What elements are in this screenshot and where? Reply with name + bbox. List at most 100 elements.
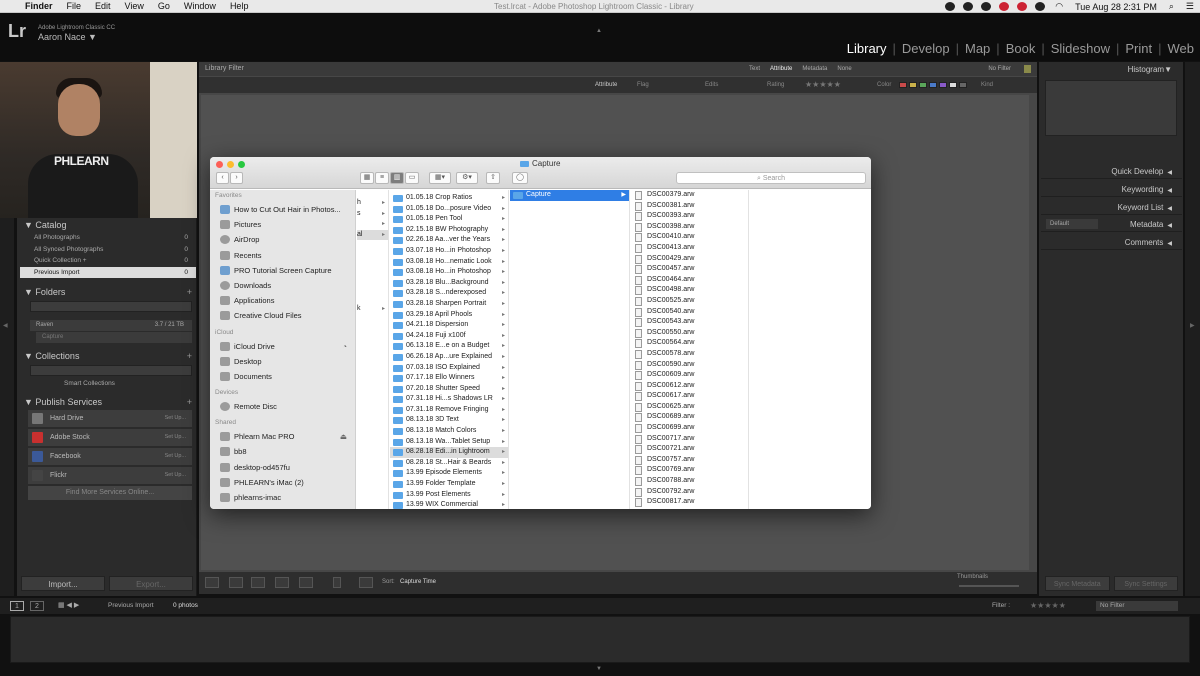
back-button[interactable]: ‹ [216,172,229,184]
catalog-row[interactable]: All Photographs 0 [20,232,196,244]
collapse-filmstrip-icon[interactable]: ▼ [596,666,602,672]
file-row[interactable]: DSC00540.arw [631,307,748,318]
status-icon[interactable] [981,2,992,11]
add-folder-icon[interactable]: + [187,286,192,299]
color-swatch-green[interactable] [919,82,927,88]
zoom-window-icon[interactable] [238,161,245,168]
module-print[interactable]: Print [1119,41,1158,56]
file-row[interactable]: DSC00464.arw [631,275,748,286]
finder-search-input[interactable]: ⌕ Search [676,172,866,184]
file-row[interactable]: DSC00625.arw [631,402,748,413]
eject-icon[interactable]: ⏏ [340,429,347,444]
survey-view-icon[interactable] [275,577,289,588]
collapse-right-panel-icon[interactable]: ▶ [1190,322,1195,329]
color-swatch-white[interactable] [949,82,957,88]
menu-edit[interactable]: Edit [88,0,118,13]
compare-view-icon[interactable] [251,577,265,588]
folder-row[interactable]: 08.13.18 Match Colors ▸ [390,426,508,437]
sidebar-item-shared[interactable]: PHLEARN's iMac (2) [210,475,355,490]
sidebar-item-shared[interactable]: desktop-od457fu [210,460,355,475]
folder-row[interactable]: 08.13.18 3D Text ▸ [390,415,508,426]
folder-row[interactable]: 08.13.18 Wa...Tablet Setup ▸ [390,437,508,448]
clock[interactable]: Tue Aug 28 2:31 PM [1069,2,1163,12]
publish-service-flickr[interactable]: Flickr Set Up... [28,467,192,484]
folder-filter-input[interactable] [30,301,192,312]
keywording-header[interactable]: Keywording ◀ [1041,182,1182,197]
menu-file[interactable]: File [60,0,89,13]
file-row[interactable]: DSC00525.arw [631,296,748,307]
sidebar-item-airdrop[interactable]: AirDrop [210,232,355,247]
file-row[interactable]: DSC00817.arw [631,497,748,508]
file-row[interactable]: DSC00429.arw [631,254,748,265]
sidebar-item-desktop[interactable]: Desktop [210,354,355,369]
folder-row[interactable]: 07.31.18 Hi...s Shadows LR ▸ [390,394,508,405]
add-collection-icon[interactable]: + [187,350,192,363]
file-row[interactable]: DSC00457.arw [631,264,748,275]
sort-select[interactable]: Capture Time [400,579,436,585]
catalog-row[interactable]: Quick Collection +0 [20,255,196,267]
export-button[interactable]: Export... [109,576,193,591]
collections-header[interactable]: ▼ Collections + [20,350,196,363]
filter-option-none[interactable]: None [837,62,851,76]
sync-settings-button[interactable]: Sync Settings [1113,576,1178,591]
sidebar-item-shared[interactable]: phlearns-imac [210,490,355,505]
module-library[interactable]: Library [841,41,893,56]
file-row[interactable]: DSC00788.arw [631,476,748,487]
file-row[interactable]: DSC00543.arw [631,317,748,328]
find-more-services-button[interactable]: Find More Services Online... [28,486,192,500]
folder-row[interactable]: 13.99 Episode Elements ▸ [390,468,508,479]
file-row[interactable]: DSC00381.arw [631,201,748,212]
thumbnail-size-slider[interactable] [959,585,1019,587]
filter-option-text[interactable]: Text [749,62,760,76]
status-icon[interactable] [1017,2,1028,11]
gallery-view-button[interactable]: ▭ [405,172,419,184]
publish-service-hard-drive[interactable]: Hard Drive Set Up... [28,410,192,427]
folder-row[interactable]: 03.08.18 Ho...in Photoshop ▸ [390,267,508,278]
folder-row[interactable]: 08.28.18 Edi...in Lightroom ▸ [390,447,508,458]
filter-option-attribute[interactable]: Attribute [770,62,792,76]
filter-preset[interactable]: No Filter [988,62,1011,76]
module-map[interactable]: Map [959,41,996,56]
collection-filter-input[interactable] [30,365,192,376]
folder-row[interactable]: 04.24.18 Fuji x100f ▸ [390,331,508,342]
collapse-left-panel-icon[interactable]: ◀ [3,322,8,329]
filmstrip-source[interactable]: Previous Import [108,601,154,611]
module-develop[interactable]: Develop [896,41,956,56]
menu-view[interactable]: View [118,0,151,13]
folder-row[interactable]: 03.08.18 Ho...nematic Look ▸ [390,257,508,268]
folder-row[interactable]: 03.28.18 Sharpen Portrait ▸ [390,299,508,310]
catalog-header[interactable]: ▼ Catalog [20,219,196,232]
folder-row[interactable]: 13.99 WIX Commercial ▸ [390,500,508,509]
color-swatch-red[interactable] [899,82,907,88]
color-swatch-yellow[interactable] [909,82,917,88]
sidebar-item-applications[interactable]: Applications [210,293,355,308]
sidebar-item-icloud-drive[interactable]: iCloud Drive ◔ [210,339,355,354]
column-item[interactable]: h ▸ [357,198,388,209]
filter-option-metadata[interactable]: Metadata [802,62,827,76]
add-publish-service-icon[interactable]: + [187,396,192,409]
file-row[interactable]: DSC00769.arw [631,465,748,476]
sort-direction-icon[interactable] [359,577,373,588]
volume-row[interactable]: Raven 3.7 / 21 TB [30,320,192,331]
user-identity-plate[interactable]: Aaron Nace ▼ [38,32,97,42]
wifi-icon[interactable]: ◠ [1049,1,1069,12]
file-row[interactable]: DSC00498.arw [631,285,748,296]
catalog-row-selected[interactable]: Previous Import 0 [20,266,196,278]
menu-finder[interactable]: Finder [18,0,60,13]
sync-metadata-button[interactable]: Sync Metadata [1045,576,1110,591]
share-button[interactable]: ⇧ [486,172,500,184]
color-swatch-blue[interactable] [929,82,937,88]
sidebar-item-recents[interactable]: Recents [210,248,355,263]
file-row[interactable]: DSC00699.arw [631,423,748,434]
module-web[interactable]: Web [1162,41,1200,56]
grid-view-icon[interactable] [205,577,219,588]
lock-icon[interactable] [1024,65,1031,73]
folder-row[interactable]: 02.26.18 Aa...ver the Years ▸ [390,235,508,246]
folder-row[interactable]: 07.20.18 Shutter Speed ▸ [390,384,508,395]
collapse-top-panel-icon[interactable]: ▲ [596,28,602,34]
menu-window[interactable]: Window [177,0,223,13]
loupe-view-icon[interactable] [229,577,243,588]
folders-header[interactable]: ▼ Folders + [20,286,196,299]
folder-row[interactable]: 03.28.18 S...nderexposed ▸ [390,288,508,299]
status-icon[interactable] [999,2,1010,11]
